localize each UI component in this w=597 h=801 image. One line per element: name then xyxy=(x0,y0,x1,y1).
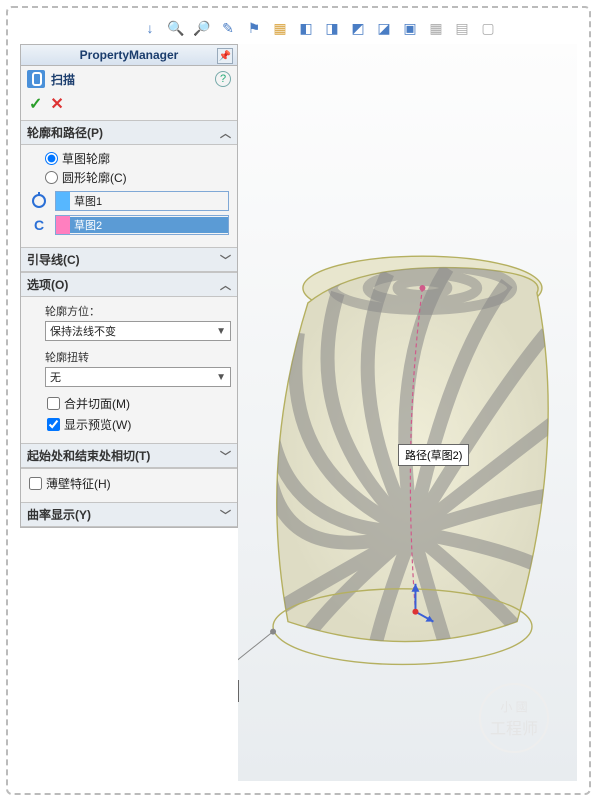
path-callout-label: 路径(草图2) xyxy=(405,450,462,462)
profile-selection-row: 草图1 xyxy=(29,191,229,211)
section-start-end-tangency[interactable]: 起始处和结束处相切(T) ﹀ xyxy=(21,443,237,468)
path-selection-box[interactable]: 草图2 xyxy=(55,215,229,235)
merge-tangent-checkbox[interactable] xyxy=(47,397,60,410)
toolbar-box5-icon[interactable]: ▣ xyxy=(400,18,420,38)
property-manager-panel: PropertyManager 📌 扫描 ? ✓ ✕ 轮廓和路径(P) ︿ 草图… xyxy=(20,44,238,528)
thin-feature-checkbox[interactable] xyxy=(29,477,42,490)
twist-value: 无 xyxy=(50,369,61,385)
toolbar-arrow-icon[interactable]: ↓ xyxy=(140,18,160,38)
heads-up-toolbar: ↓ 🔍 🔎 ✎ ⚑ ▦ ◧ ◨ ◩ ◪ ▣ ▦ ▤ ▢ xyxy=(140,18,498,38)
radio-circle-input[interactable] xyxy=(45,171,58,184)
path-callout: 路径(草图2) xyxy=(398,444,469,466)
feature-title-row: 扫描 ? xyxy=(21,66,237,92)
toolbar-box2-icon[interactable]: ◨ xyxy=(322,18,342,38)
watermark-top: 小 國 xyxy=(500,698,527,715)
chevron-down-icon: ﹀ xyxy=(220,507,231,523)
chevron-up-icon: ︿ xyxy=(220,277,231,293)
swept-body-preview xyxy=(238,44,577,781)
path-selection-row: C 草图2 xyxy=(29,215,229,235)
path-value: 草图2 xyxy=(70,217,228,233)
toolbar-box4-icon[interactable]: ◪ xyxy=(374,18,394,38)
radio-circle-profile[interactable]: 圆形轮廓(C) xyxy=(27,168,231,187)
twist-label: 轮廓扭转 xyxy=(45,347,231,367)
profile-callout: 轮廓(草图1) xyxy=(238,680,239,702)
pin-icon[interactable]: 📌 xyxy=(217,48,233,64)
path-icon: C xyxy=(29,215,49,235)
thin-feature-label: 薄壁特征(H) xyxy=(46,475,111,492)
radio-sketch-input[interactable] xyxy=(45,152,58,165)
orientation-label: 轮廓方位： xyxy=(45,301,231,321)
orientation-value: 保持法线不变 xyxy=(50,323,116,339)
toolbar-box3-icon[interactable]: ◩ xyxy=(348,18,368,38)
merge-tangent-row[interactable]: 合并切面(M) xyxy=(45,393,231,414)
cancel-button[interactable]: ✕ xyxy=(50,94,63,114)
profile-swatch xyxy=(56,192,70,210)
chevron-down-icon: ﹀ xyxy=(220,252,231,268)
feature-title: 扫描 xyxy=(51,71,209,88)
section-curvature-display[interactable]: 曲率显示(Y) ﹀ xyxy=(21,502,237,527)
toolbar-layers-icon[interactable]: ▦ xyxy=(270,18,290,38)
graphics-viewport[interactable]: 路径(草图2) 轮廓(草图1) 小 國 工程师 xyxy=(238,44,577,781)
section-options[interactable]: 选项(O) ︿ xyxy=(21,272,237,297)
ok-cancel-row: ✓ ✕ xyxy=(21,92,237,120)
section-label: 曲率显示(Y) xyxy=(27,506,91,523)
show-preview-row[interactable]: 显示预览(W) xyxy=(45,414,231,435)
section-label: 起始处和结束处相切(T) xyxy=(27,447,150,464)
radio-sketch-profile[interactable]: 草图轮廓 xyxy=(27,149,231,168)
toolbar-flag-icon[interactable]: ⚑ xyxy=(244,18,264,38)
toolbar-search-icon[interactable]: 🔎 xyxy=(192,18,212,38)
sweep-icon xyxy=(27,70,45,88)
toolbar-grid-icon[interactable]: ▦ xyxy=(426,18,446,38)
chevron-up-icon: ︿ xyxy=(220,125,231,141)
toolbar-wand-icon[interactable]: ✎ xyxy=(218,18,238,38)
ok-button[interactable]: ✓ xyxy=(29,94,42,114)
pm-title: PropertyManager xyxy=(80,48,179,62)
chevron-down-icon: ﹀ xyxy=(220,448,231,464)
toolbar-box1-icon[interactable]: ◧ xyxy=(296,18,316,38)
radio-sketch-label: 草图轮廓 xyxy=(62,150,110,167)
help-icon[interactable]: ? xyxy=(215,71,231,87)
section-profile-path[interactable]: 轮廓和路径(P) ︿ xyxy=(21,120,237,145)
toolbar-monitor-icon[interactable]: ▢ xyxy=(478,18,498,38)
twist-combo[interactable]: 无 ▼ xyxy=(45,367,231,387)
orientation-combo[interactable]: 保持法线不变 ▼ xyxy=(45,321,231,341)
show-preview-checkbox[interactable] xyxy=(47,418,60,431)
merge-tangent-label: 合并切面(M) xyxy=(64,395,130,412)
radio-circle-label: 圆形轮廓(C) xyxy=(62,169,127,186)
section-guide-curves[interactable]: 引导线(C) ﹀ xyxy=(21,247,237,272)
section-label: 轮廓和路径(P) xyxy=(27,124,103,141)
thin-feature-row[interactable]: 薄壁特征(H) xyxy=(27,473,231,494)
profile-icon xyxy=(29,191,49,211)
section-label: 引导线(C) xyxy=(27,251,80,268)
profile-selection-box[interactable]: 草图1 xyxy=(55,191,229,211)
path-swatch xyxy=(56,216,70,234)
chevron-down-icon: ▼ xyxy=(216,326,226,337)
chevron-down-icon: ▼ xyxy=(216,372,226,383)
toolbar-zoom-icon[interactable]: 🔍 xyxy=(166,18,186,38)
profile-value: 草图1 xyxy=(70,193,228,209)
pm-header: PropertyManager 📌 xyxy=(21,45,237,66)
show-preview-label: 显示预览(W) xyxy=(64,416,131,433)
watermark: 小 國 工程师 xyxy=(479,683,549,753)
toolbar-lock-icon[interactable]: ▤ xyxy=(452,18,472,38)
section-label: 选项(O) xyxy=(27,276,68,293)
watermark-bottom: 工程师 xyxy=(490,715,538,739)
